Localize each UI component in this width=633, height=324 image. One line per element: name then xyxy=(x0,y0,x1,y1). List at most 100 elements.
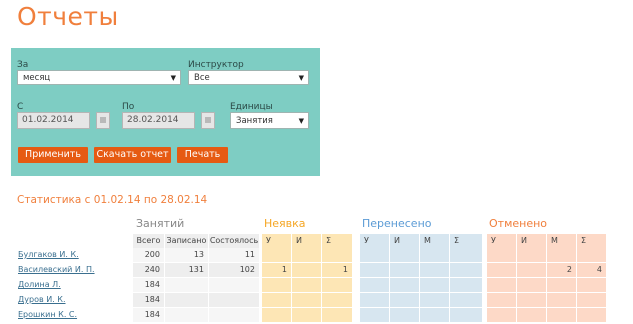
instructor-label: Инструктор xyxy=(188,60,244,70)
cancelled-cell xyxy=(517,263,546,277)
moved-cell xyxy=(450,248,482,262)
instructor-name-link[interactable]: Ерошкин К. С. xyxy=(18,310,77,324)
noshow-cell xyxy=(292,263,321,277)
cancelled-cell xyxy=(547,293,576,307)
cancelled-cell xyxy=(487,278,516,292)
noshow-group-title: Неявка xyxy=(264,217,306,230)
sessions-col-header: Состоялось xyxy=(209,234,259,248)
moved-cell xyxy=(450,278,482,292)
moved-cell xyxy=(360,293,389,307)
calendar-icon xyxy=(205,117,211,123)
noshow-cell xyxy=(322,248,352,262)
moved-group-title: Перенесено xyxy=(362,217,432,230)
cancelled-cell xyxy=(517,293,546,307)
noshow-cell xyxy=(322,308,352,322)
cancelled-cell xyxy=(517,308,546,322)
noshow-col-header: У xyxy=(262,234,291,248)
sessions-col-header: Всего xyxy=(133,234,164,248)
moved-cell xyxy=(420,263,449,277)
instructor-select[interactable]: Все ▼ xyxy=(188,70,309,85)
units-select-value: Занятия xyxy=(236,116,273,126)
moved-cell xyxy=(390,308,419,322)
calendar-icon xyxy=(100,117,106,123)
instructor-name-link[interactable]: Булгаков И. К. xyxy=(18,250,79,264)
cancelled-cell xyxy=(517,248,546,262)
sessions-group-title: Занятий xyxy=(136,217,185,230)
dropdown-arrow-icon: ▼ xyxy=(298,117,304,125)
moved-col-header: И xyxy=(390,234,419,248)
cancelled-cell: 2 xyxy=(547,263,576,277)
noshow-cell xyxy=(322,278,352,292)
sessions-col-header: Записано xyxy=(165,234,208,248)
sessions-cell: 184 xyxy=(133,278,164,292)
apply-button[interactable]: Применить xyxy=(18,147,88,163)
sessions-cell xyxy=(165,278,208,292)
moved-cell xyxy=(450,308,482,322)
cancelled-cell xyxy=(547,308,576,322)
instructor-name-link[interactable]: Долина Л. xyxy=(18,280,61,294)
sessions-cell: 13 xyxy=(165,248,208,262)
dropdown-arrow-icon: ▼ xyxy=(170,74,176,82)
instructor-name-link[interactable]: Дуров И. К. xyxy=(18,295,66,309)
from-date-input[interactable]: 01.02.2014 xyxy=(17,112,90,129)
moved-cell xyxy=(360,278,389,292)
noshow-cell xyxy=(262,308,291,322)
cancelled-cell xyxy=(487,308,516,322)
moved-cell xyxy=(420,278,449,292)
sessions-cell xyxy=(165,293,208,307)
moved-cell xyxy=(360,263,389,277)
cancelled-cell xyxy=(487,263,516,277)
period-select[interactable]: месяц ▼ xyxy=(17,70,181,85)
moved-cell xyxy=(390,248,419,262)
to-label: По xyxy=(122,102,135,112)
moved-cell xyxy=(390,263,419,277)
sessions-cell: 131 xyxy=(165,263,208,277)
moved-col-header: М xyxy=(420,234,449,248)
cancelled-cell xyxy=(487,248,516,262)
units-label: Единицы xyxy=(230,102,273,112)
noshow-cell: 1 xyxy=(322,263,352,277)
cancelled-cell xyxy=(577,278,606,292)
to-date-input[interactable]: 28.02.2014 xyxy=(122,112,195,129)
moved-cell xyxy=(390,293,419,307)
moved-cell xyxy=(360,308,389,322)
moved-cell xyxy=(420,293,449,307)
sessions-cell xyxy=(165,308,208,322)
cancelled-cell xyxy=(547,278,576,292)
filter-panel: За месяц ▼ Инструктор Все ▼ С 01.02.2014… xyxy=(11,48,320,176)
cancelled-group-title: Отменено xyxy=(489,217,548,230)
units-select[interactable]: Занятия ▼ xyxy=(230,112,309,129)
cancelled-col-header: У xyxy=(487,234,516,248)
page-title: Отчеты xyxy=(17,2,119,31)
instructor-name-link[interactable]: Василевский И. П. xyxy=(18,265,95,279)
from-calendar-button[interactable] xyxy=(96,112,110,129)
from-label: С xyxy=(17,102,24,112)
noshow-cell xyxy=(322,293,352,307)
download-report-button[interactable]: Скачать отчет xyxy=(94,147,171,163)
instructor-select-value: Все xyxy=(194,73,210,83)
cancelled-cell xyxy=(547,248,576,262)
noshow-cell: 1 xyxy=(262,263,291,277)
noshow-cell xyxy=(262,293,291,307)
sessions-cell xyxy=(209,293,259,307)
cancelled-col-header: И xyxy=(517,234,546,248)
noshow-col-header: И xyxy=(292,234,321,248)
to-calendar-button[interactable] xyxy=(201,112,215,129)
noshow-cell xyxy=(262,248,291,262)
cancelled-cell xyxy=(577,308,606,322)
noshow-cell xyxy=(292,308,321,322)
cancelled-col-header: Σ xyxy=(577,234,606,248)
moved-cell xyxy=(360,248,389,262)
stats-title: Статистика с 01.02.14 по 28.02.14 xyxy=(17,194,208,206)
noshow-cell xyxy=(292,278,321,292)
cancelled-cell xyxy=(577,248,606,262)
dropdown-arrow-icon: ▼ xyxy=(298,74,304,82)
period-label: За xyxy=(17,60,29,70)
sessions-cell xyxy=(209,278,259,292)
noshow-cell xyxy=(292,293,321,307)
sessions-cell: 184 xyxy=(133,293,164,307)
period-select-value: месяц xyxy=(23,73,51,83)
noshow-cell xyxy=(262,278,291,292)
sessions-cell xyxy=(209,308,259,322)
print-button[interactable]: Печать xyxy=(177,147,228,163)
